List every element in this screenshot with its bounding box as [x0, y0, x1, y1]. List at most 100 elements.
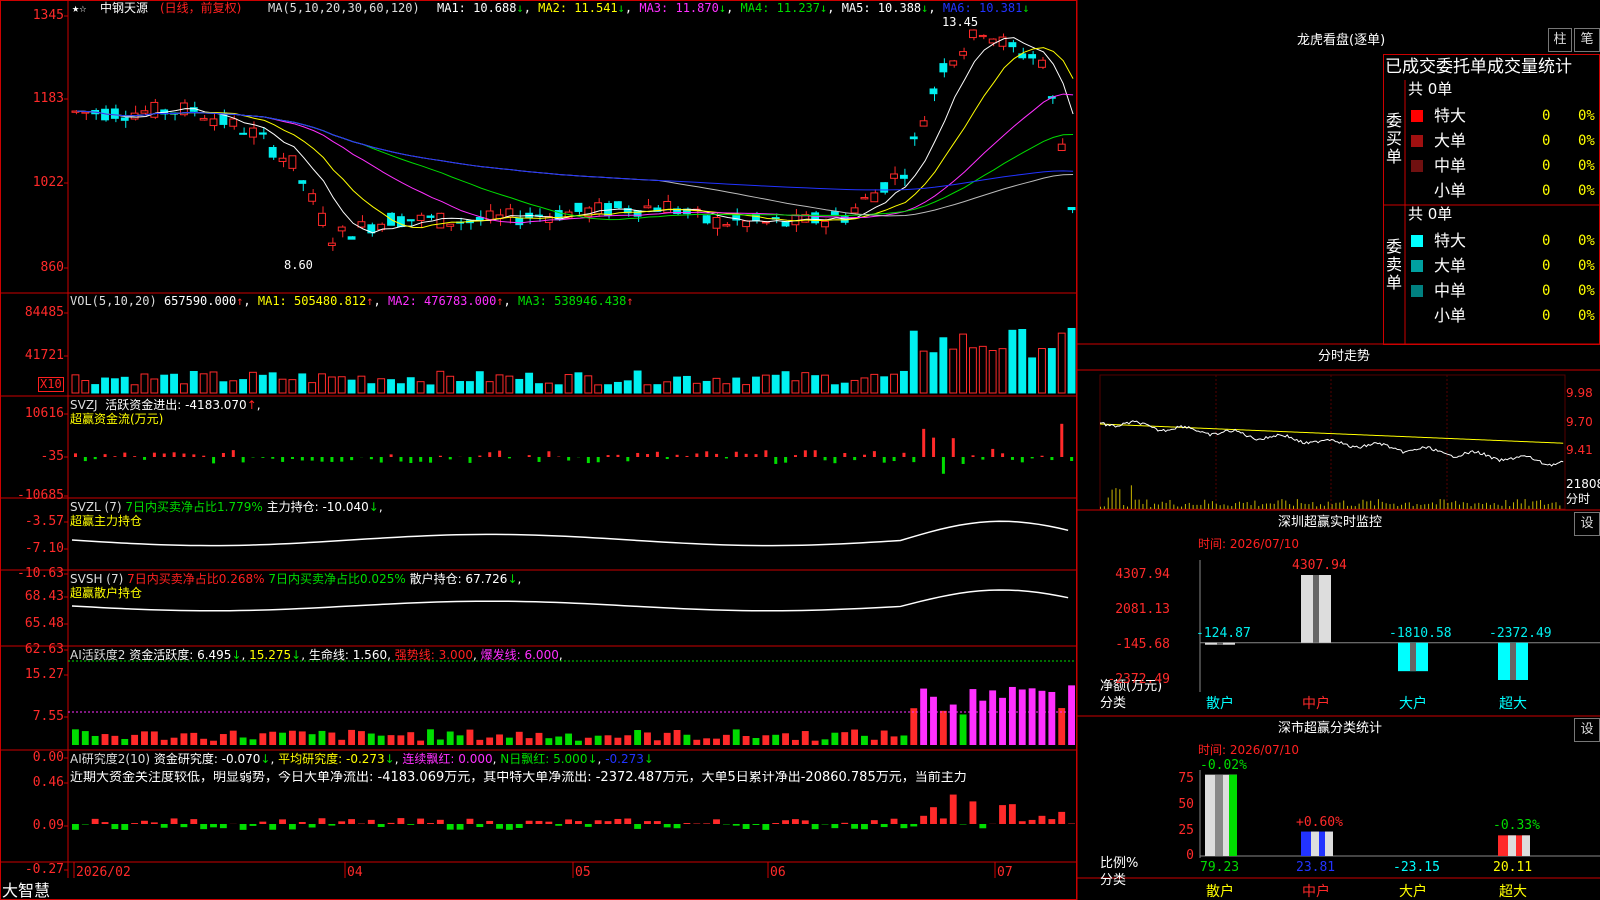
candle-body [959, 51, 968, 56]
volume-bar [367, 383, 376, 394]
ai2-bar [703, 823, 711, 824]
stats-bar-change: -0.33% [1493, 818, 1540, 834]
monitor-time: 时间: 2026/07/10 [1198, 537, 1300, 551]
volume-bar [416, 381, 425, 394]
ai1-bar [1018, 689, 1026, 745]
svzj-bar [1070, 457, 1074, 461]
intraday-vol-bar [1385, 503, 1387, 509]
svzl-tick-label: -7.10 [24, 541, 64, 556]
ai1-bar [939, 710, 947, 745]
intraday-vol-bar [1451, 502, 1453, 509]
candle-body [249, 127, 257, 138]
ai2-bar [269, 824, 277, 830]
volume-bar [1028, 357, 1037, 394]
volume-bar [564, 374, 573, 394]
intraday-tick-label: 9.70 [1566, 415, 1593, 429]
intraday-vol-bar [1223, 504, 1225, 509]
monitor-settings-button[interactable]: 设 [1574, 512, 1600, 536]
ai1-bar [259, 733, 267, 745]
stats-bar-shade [1508, 835, 1516, 856]
bar-mode-button[interactable]: 柱 [1548, 28, 1572, 52]
ai2-bar [841, 822, 849, 824]
ai2-bar [801, 820, 809, 824]
intraday-vol-bar [1262, 504, 1264, 509]
tick-mode-button[interactable]: 笔 [1574, 28, 1600, 52]
intraday-title[interactable]: 分时走势 [1318, 350, 1370, 364]
volume-bar [81, 380, 90, 394]
ai2-bar [348, 819, 356, 824]
ma-values: MA1: 10.688↓, MA2: 11.541↓, MA3: 11.870↓… [437, 1, 1030, 15]
ai1-bar [200, 738, 208, 745]
monitor-bar-shade [1410, 642, 1416, 672]
svzj-bar [409, 457, 413, 464]
chart-mode[interactable]: (日线，前复权) [160, 1, 241, 15]
svzj-bar [803, 450, 807, 457]
sell-color-swatch [1411, 285, 1423, 297]
svzj-bar [310, 457, 314, 461]
ai1-bar [121, 738, 129, 745]
intraday-vol-bar [1381, 501, 1383, 509]
ma-value: MA2: 11.541 [538, 1, 618, 15]
buy-row-name: 特大 [1434, 106, 1467, 125]
svzj-bar [754, 454, 758, 457]
ai1-bar [801, 731, 809, 745]
ai2-bar [318, 818, 326, 824]
order-stats-tab[interactable]: 已成交委托单成交量统计 [1385, 57, 1572, 77]
star-icon[interactable]: ★☆ [72, 1, 86, 15]
volume-bar [890, 373, 898, 394]
ai2-bar [910, 824, 918, 827]
ai2-bar [190, 819, 198, 824]
candle-body [446, 223, 455, 227]
candle-body [268, 147, 277, 158]
intraday-vol-bar [1238, 501, 1240, 509]
intraday-vol-bar [1343, 500, 1345, 509]
monitor-tick-label: 4307.94 [1115, 567, 1170, 582]
intraday-vol-bar [1320, 504, 1322, 509]
high-mark: 13.45 [942, 15, 979, 29]
stats-settings-button[interactable]: 设 [1574, 718, 1600, 742]
svzj-bar [843, 452, 847, 457]
volume-bar [1018, 329, 1027, 394]
candle-body [909, 136, 918, 140]
candle-body [199, 117, 208, 121]
volume-bar [387, 379, 395, 394]
intraday-vol-bar [1277, 500, 1279, 509]
ai1-bar [249, 739, 257, 745]
volume-bar [535, 383, 543, 394]
svzj-bar [103, 454, 107, 457]
volume-bar [426, 384, 435, 394]
sell-side-label: 委卖单 [1386, 237, 1403, 292]
volume-bar [949, 348, 958, 394]
svzj-bar [567, 457, 571, 461]
intraday-vol-bar [1312, 502, 1314, 509]
intraday-vol-bar [1532, 501, 1534, 509]
candle-body [436, 212, 445, 229]
candle-body [318, 212, 326, 226]
monitor-bar-shade [1217, 642, 1223, 645]
ai2-tick-label: -0.27 [24, 862, 64, 877]
vol-panel-title: VOL(5,10,20) 657590.000↑, MA1: 505480.81… [70, 294, 634, 308]
intraday-vol-bar [1184, 504, 1186, 509]
sell-row-percent: 0% [1578, 308, 1595, 324]
stats-bar-shade [1311, 831, 1319, 856]
ai2-bar [851, 824, 859, 829]
ai1-bar [959, 714, 967, 745]
ai2-bar [150, 822, 158, 824]
candle-body [988, 38, 997, 44]
intraday-tick-label: 9.41 [1566, 443, 1593, 457]
stats-category-label: 散户 [1206, 884, 1234, 900]
svzj-bar [478, 455, 482, 457]
ai1-bar [131, 734, 139, 745]
ai1-bar [920, 688, 928, 745]
price-tick-label: 860 [40, 260, 64, 275]
ai1-bar [742, 735, 750, 745]
ai1-bar [348, 729, 356, 745]
ai1-bar [673, 730, 681, 745]
stats-category-label: 超大 [1499, 884, 1527, 900]
ai2-bar [782, 820, 789, 824]
volume-bar [377, 378, 386, 394]
ma-value: MA1: 10.688 [437, 1, 517, 15]
ai2-bar [900, 824, 908, 829]
volume-bar [91, 384, 100, 394]
candle-body [1028, 54, 1037, 59]
